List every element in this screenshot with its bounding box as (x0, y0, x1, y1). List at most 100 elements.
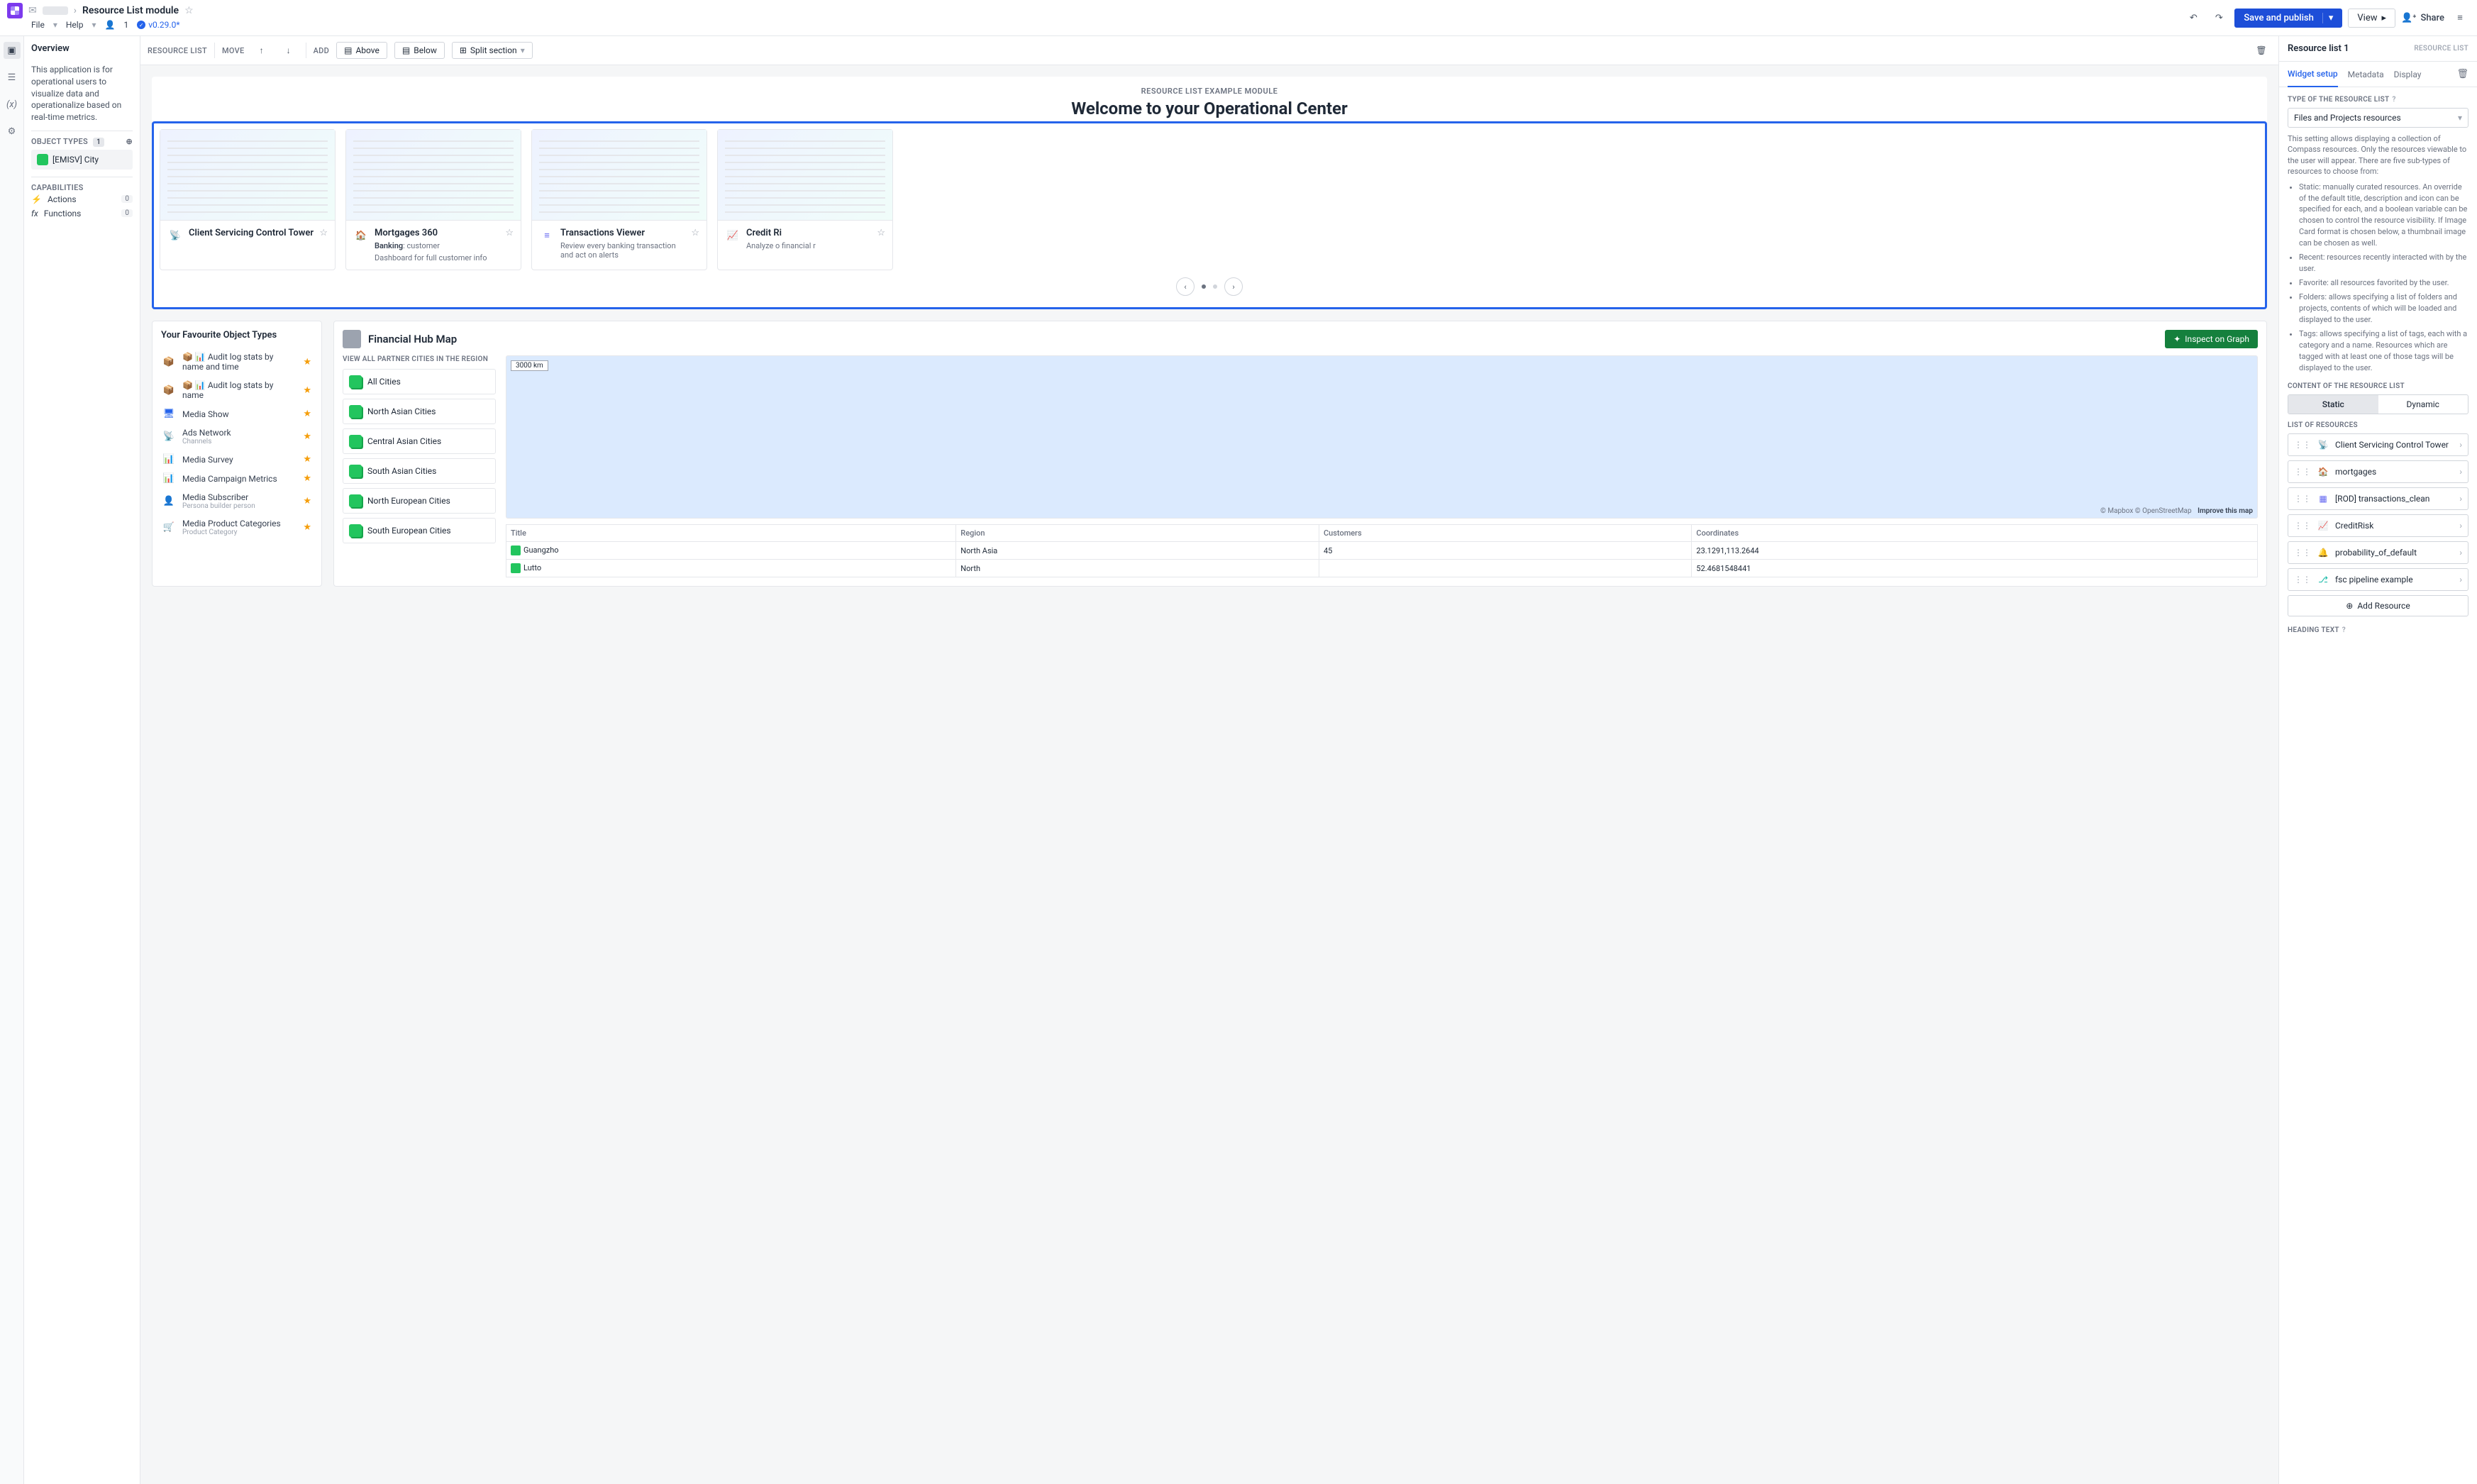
carousel-dot[interactable] (1202, 284, 1206, 289)
inspect-graph-button[interactable]: ✦ Inspect on Graph (2165, 330, 2258, 348)
tab-widget-setup[interactable]: Widget setup (2288, 62, 2338, 87)
drag-handle-icon[interactable]: ⋮⋮ (2294, 467, 2311, 477)
region-item[interactable]: North European Cities (343, 488, 496, 514)
favorite-item[interactable]: 📊 Media Survey ★ (161, 450, 313, 469)
object-types-label: OBJECT TYPES (31, 137, 88, 146)
region-item[interactable]: All Cities (343, 369, 496, 394)
resource-list-item[interactable]: ⋮⋮ ⎇ fsc pipeline example › (2288, 568, 2468, 591)
redo-button[interactable]: ↷ (2209, 8, 2229, 28)
resource-list-item[interactable]: ⋮⋮ ▦ [ROD] transactions_clean › (2288, 487, 2468, 510)
carousel-dot[interactable] (1213, 284, 1217, 289)
add-resource-button[interactable]: ⊕ Add Resource (2288, 595, 2468, 616)
drag-handle-icon[interactable]: ⋮⋮ (2294, 494, 2311, 504)
split-section-button[interactable]: ⊞ Split section ▾ (452, 42, 533, 59)
star-icon[interactable]: ☆ (184, 5, 194, 16)
content-segmented[interactable]: Static Dynamic (2288, 394, 2468, 414)
page-title: Resource List module (82, 5, 179, 16)
favorite-item[interactable]: 📡 Ads NetworkChannels ★ (161, 423, 313, 450)
help-icon[interactable]: ? (2342, 626, 2346, 634)
drag-handle-icon[interactable]: ⋮⋮ (2294, 521, 2311, 531)
chevron-right-icon: › (74, 5, 77, 16)
star-icon[interactable]: ★ (303, 357, 311, 367)
type-select[interactable]: Files and Projects resources▾ (2288, 108, 2468, 128)
version-badge[interactable]: ✓ v0.29.0* (137, 20, 179, 30)
seg-static[interactable]: Static (2288, 395, 2378, 414)
favorite-item[interactable]: 📊 Media Campaign Metrics ★ (161, 469, 313, 488)
functions-row[interactable]: fx Functions 0 (31, 206, 133, 221)
map-view[interactable]: 3000 km © Mapbox © OpenStreetMap Improve… (506, 355, 2258, 519)
object-type-icon: 📊 (162, 454, 175, 465)
star-icon[interactable]: ☆ (505, 228, 514, 262)
favorite-item[interactable]: 🖥 Media Show ★ (161, 404, 313, 423)
favorites-panel: Your Favourite Object Types 📦 📦 📊 Audit … (152, 321, 322, 587)
star-icon[interactable]: ★ (303, 431, 311, 442)
star-icon[interactable]: ★ (303, 496, 311, 506)
view-button[interactable]: View ▸ (2348, 9, 2395, 28)
menu-file[interactable]: File (31, 20, 45, 30)
share-button[interactable]: 👤⁺ Share (2401, 13, 2444, 23)
help-bullet: Folders: allows specifying a list of fol… (2299, 292, 2468, 326)
content-label: CONTENT OF THE RESOURCE LIST (2288, 382, 2468, 390)
tab-display[interactable]: Display (2394, 62, 2422, 87)
resource-card[interactable]: 📈 Credit Ri Analyze o financial r ☆ (717, 129, 893, 270)
favorite-item[interactable]: 🛒 Media Product CategoriesProduct Catego… (161, 514, 313, 541)
drag-handle-icon[interactable]: ⋮⋮ (2294, 440, 2311, 450)
resource-list-item[interactable]: ⋮⋮ 📡 Client Servicing Control Tower › (2288, 433, 2468, 456)
object-type-icon: 📦 (162, 357, 175, 367)
actions-row[interactable]: ⚡ Actions 0 (31, 192, 133, 206)
move-up-button[interactable]: ↑ (252, 40, 272, 60)
region-item[interactable]: South Asian Cities (343, 458, 496, 484)
favorite-item[interactable]: 👤 Media SubscriberPersona builder person… (161, 488, 313, 514)
favorite-item[interactable]: 📦 📦 📊 Audit log stats by name ★ (161, 376, 313, 404)
breadcrumb-section[interactable] (43, 6, 68, 15)
drag-handle-icon[interactable]: ⋮⋮ (2294, 575, 2311, 585)
building-icon (349, 465, 362, 477)
region-item[interactable]: South European Cities (343, 518, 496, 543)
star-icon[interactable]: ★ (303, 385, 311, 396)
resource-card[interactable]: ≡ Transactions Viewer Review every banki… (531, 129, 707, 270)
improve-map-link[interactable]: Improve this map (2198, 507, 2253, 515)
star-icon[interactable]: ☆ (319, 228, 328, 262)
star-icon[interactable]: ☆ (691, 228, 699, 262)
table-row[interactable]: GuangzhoNorth Asia4523.1291,113.2644 (506, 542, 2258, 560)
top-bar: ✉ › Resource List module ☆ File▾ Help▾ 👤… (0, 0, 2477, 36)
drag-handle-icon[interactable]: ⋮⋮ (2294, 548, 2311, 558)
menu-help[interactable]: Help (66, 20, 84, 30)
add-above-button[interactable]: ▤ Above (336, 42, 387, 59)
resource-list-item[interactable]: ⋮⋮ 📈 CreditRisk › (2288, 514, 2468, 537)
star-icon[interactable]: ★ (303, 409, 311, 419)
tab-metadata[interactable]: Metadata (2348, 62, 2384, 87)
table-row[interactable]: LuttoNorth52.4681548441 (506, 560, 2258, 577)
chevron-right-icon: › (2459, 467, 2462, 477)
carousel-next-button[interactable]: › (1224, 277, 1243, 296)
region-item[interactable]: North Asian Cities (343, 399, 496, 424)
resource-card[interactable]: 🏠 Mortgages 360 Banking: customer Dashbo… (345, 129, 521, 270)
resource-list-item[interactable]: ⋮⋮ 🏠 mortgages › (2288, 460, 2468, 483)
add-object-type-button[interactable]: ⊕ (126, 137, 133, 146)
add-below-button[interactable]: ▤ Below (394, 42, 445, 59)
move-down-button[interactable]: ↓ (279, 40, 299, 60)
seg-dynamic[interactable]: Dynamic (2378, 395, 2468, 414)
rail-page-icon[interactable]: ▣ (4, 42, 21, 59)
star-icon[interactable]: ★ (303, 454, 311, 465)
save-publish-button[interactable]: Save and publish▾ (2234, 9, 2342, 28)
favorite-item[interactable]: 📦 📦 📊 Audit log stats by name and time ★ (161, 348, 313, 376)
rail-variables-icon[interactable]: (x) (4, 96, 21, 113)
region-item[interactable]: Central Asian Cities (343, 428, 496, 454)
star-icon[interactable]: ★ (303, 522, 311, 533)
star-icon[interactable]: ★ (303, 473, 311, 484)
resource-card[interactable]: 📡 Client Servicing Control Tower ☆ (160, 129, 336, 270)
resource-cards-selected[interactable]: 📡 Client Servicing Control Tower ☆ 🏠 Mor… (152, 121, 2267, 309)
object-type-chip[interactable]: [EMISV] City (31, 150, 133, 170)
settings-icon[interactable]: ≡ (2450, 8, 2470, 28)
rp-delete-button[interactable]: 🗑 (2456, 69, 2468, 79)
rail-layers-icon[interactable]: ☰ (4, 69, 21, 86)
carousel-prev-button[interactable]: ‹ (1176, 277, 1195, 296)
resource-list-item[interactable]: ⋮⋮ 🔔 probability_of_default › (2288, 541, 2468, 564)
star-icon[interactable]: ☆ (877, 228, 885, 262)
delete-section-button[interactable]: 🗑 (2251, 40, 2271, 60)
rail-gear-icon[interactable]: ⚙ (4, 123, 21, 140)
help-icon[interactable]: ? (2393, 96, 2396, 104)
undo-button[interactable]: ↶ (2183, 8, 2203, 28)
chevron-down-icon[interactable]: ▾ (2322, 13, 2334, 23)
